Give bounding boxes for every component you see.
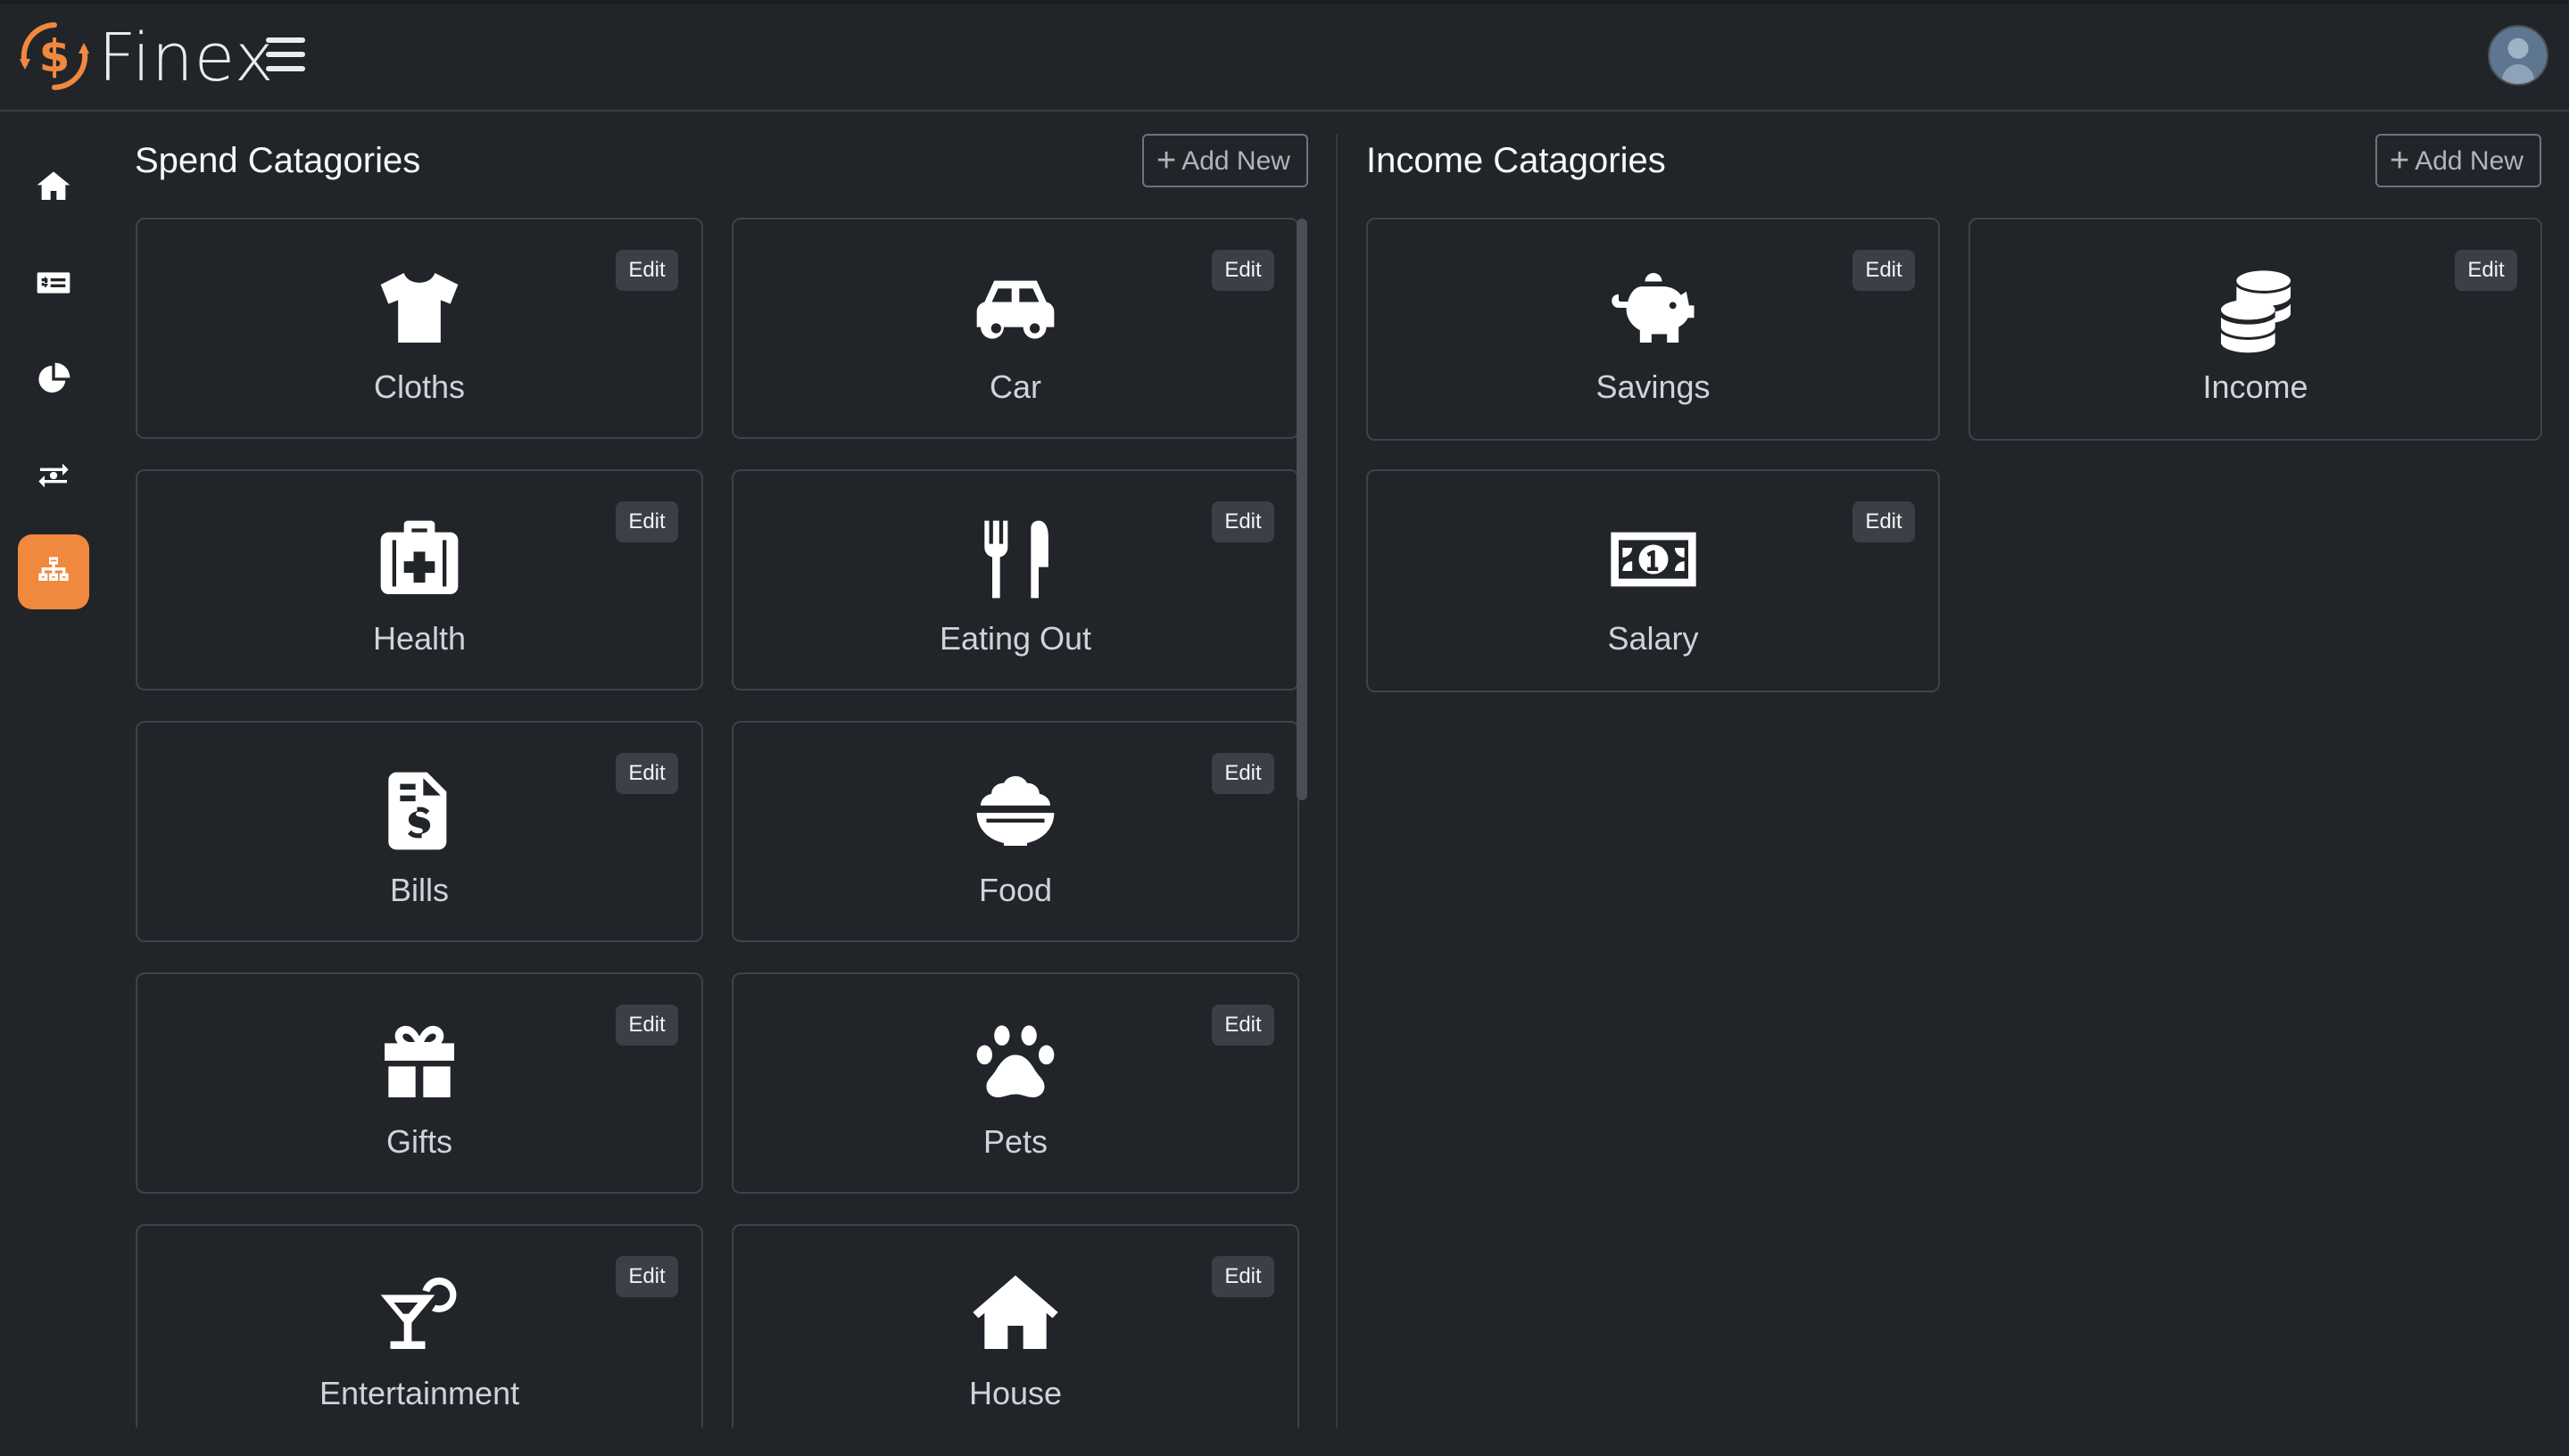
edit-button[interactable]: Edit	[1852, 501, 1915, 542]
edit-button[interactable]: Edit	[616, 753, 678, 794]
category-label: House	[968, 1375, 1063, 1411]
plus-icon: +	[1156, 142, 1177, 179]
panel-divider	[1336, 134, 1338, 1427]
category-label: Food	[978, 872, 1053, 908]
money-bill-icon	[1604, 510, 1703, 608]
coins-icon	[2207, 259, 2305, 357]
user-avatar[interactable]	[2488, 25, 2548, 86]
edit-button[interactable]: Edit	[616, 501, 678, 542]
category-label: Entertainment	[319, 1375, 520, 1411]
menu-toggle-button[interactable]	[266, 37, 305, 75]
category-card-health[interactable]: Edit Health	[136, 469, 703, 691]
top-edge	[0, 0, 2569, 4]
add-spend-category-button[interactable]: + Add New	[1142, 134, 1308, 187]
edit-button[interactable]: Edit	[1212, 753, 1274, 794]
paw-icon	[966, 1013, 1065, 1112]
category-card-income[interactable]: Edit Income	[1968, 218, 2542, 441]
category-card-house[interactable]: Edit House	[732, 1224, 1299, 1427]
svg-text:$: $	[39, 30, 70, 82]
category-card-food[interactable]: Edit Food	[732, 721, 1299, 942]
invoice-dollar-icon	[370, 762, 468, 860]
top-navbar: $ Finex	[0, 0, 2569, 112]
category-label: Eating Out	[939, 620, 1092, 657]
category-label: Savings	[1595, 368, 1711, 405]
sidebar-item-categories[interactable]	[18, 534, 89, 609]
category-label: Bills	[389, 872, 449, 908]
category-card-bills[interactable]: Edit Bills	[136, 721, 703, 942]
brand-name[interactable]: Finex	[98, 18, 275, 98]
edit-button[interactable]: Edit	[1212, 1005, 1274, 1046]
category-card-cloths[interactable]: Edit Cloths	[136, 218, 703, 439]
spend-panel-title: Spend Catagories	[135, 141, 421, 180]
category-card-eating-out[interactable]: Edit Eating Out	[732, 469, 1299, 691]
sidebar-item-transactions[interactable]	[18, 245, 89, 320]
medical-kit-icon	[370, 510, 468, 608]
category-label: Gifts	[385, 1123, 452, 1160]
spend-scrollbar[interactable]	[1297, 219, 1307, 800]
gift-icon	[370, 1013, 468, 1112]
income-panel-title: Income Catagories	[1366, 141, 1666, 180]
category-card-entertainment[interactable]: Edit Entertainment	[136, 1224, 703, 1427]
edit-button[interactable]: Edit	[1212, 250, 1274, 291]
car-icon	[966, 259, 1065, 357]
add-new-label: Add New	[1181, 146, 1290, 176]
sitemap-icon	[38, 557, 69, 581]
shirt-icon	[370, 259, 468, 357]
category-label: Salary	[1607, 620, 1699, 657]
sidebar-item-home[interactable]	[18, 149, 89, 224]
category-label: Health	[372, 620, 467, 657]
pie-chart-icon	[38, 362, 70, 393]
edit-button[interactable]: Edit	[616, 1005, 678, 1046]
finex-logo-icon[interactable]: $	[18, 20, 91, 93]
edit-button[interactable]: Edit	[1212, 501, 1274, 542]
add-new-label: Add New	[2415, 146, 2523, 176]
hamburger-bar	[266, 37, 305, 43]
sidebar-item-exchange[interactable]	[18, 438, 89, 513]
category-label: Cloths	[373, 368, 466, 405]
martini-icon	[370, 1265, 468, 1363]
hamburger-bar	[266, 66, 305, 71]
home-icon	[37, 171, 70, 200]
category-card-car[interactable]: Edit Car	[732, 218, 1299, 439]
edit-button[interactable]: Edit	[616, 250, 678, 291]
category-label: Pets	[982, 1123, 1048, 1160]
category-card-savings[interactable]: Edit Savings	[1366, 218, 1940, 441]
sidebar-item-reports[interactable]	[18, 342, 89, 417]
category-card-pets[interactable]: Edit Pets	[732, 972, 1299, 1194]
category-card-salary[interactable]: Edit Salary	[1366, 469, 1940, 692]
add-income-category-button[interactable]: + Add New	[2375, 134, 2541, 187]
house-icon	[966, 1265, 1065, 1363]
utensils-icon	[966, 510, 1065, 608]
category-card-gifts[interactable]: Edit Gifts	[136, 972, 703, 1194]
edit-button[interactable]: Edit	[2455, 250, 2517, 291]
category-label: Income	[2202, 368, 2308, 405]
edit-button[interactable]: Edit	[1852, 250, 1915, 291]
money-transfer-icon	[38, 463, 69, 488]
edit-button[interactable]: Edit	[1212, 1256, 1274, 1297]
bowl-food-icon	[966, 762, 1065, 860]
piggy-bank-icon	[1604, 259, 1703, 357]
plus-icon: +	[2390, 142, 2410, 179]
money-check-icon	[37, 272, 70, 294]
category-label: Car	[989, 368, 1041, 405]
spend-category-grid[interactable]: Edit Cloths Edit Car Edit Health Edit Ea…	[125, 214, 1312, 1427]
hamburger-bar	[266, 52, 305, 57]
edit-button[interactable]: Edit	[616, 1256, 678, 1297]
